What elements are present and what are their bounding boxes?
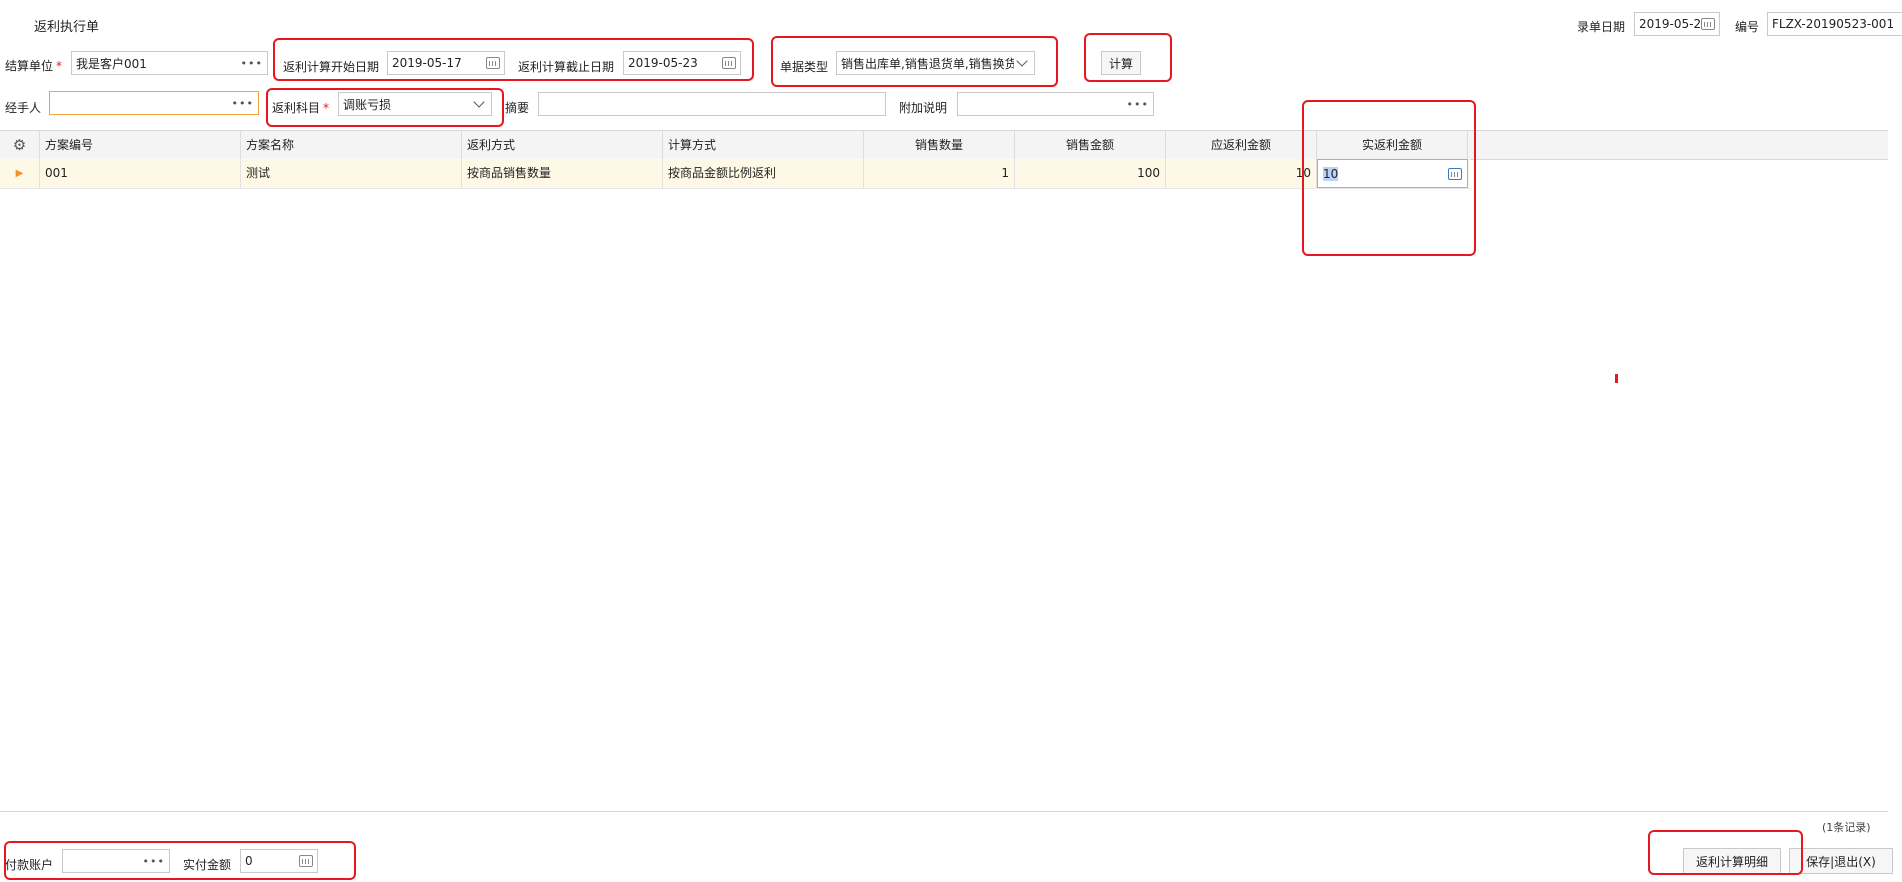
cell-due-rebate[interactable]: 10 bbox=[1166, 159, 1317, 188]
col-header-calc-method[interactable]: 计算方式 bbox=[663, 131, 864, 159]
rebate-grid: ⚙ 方案编号 方案名称 返利方式 计算方式 销售数量 销售金额 应返利金额 实返… bbox=[0, 130, 1888, 834]
col-header-scheme-name[interactable]: 方案名称 bbox=[241, 131, 462, 159]
annotation-box-actual-rebate bbox=[1302, 100, 1476, 256]
col-header-scheme-no[interactable]: 方案编号 bbox=[40, 131, 241, 159]
row-indicator-icon: ▶ bbox=[0, 159, 40, 188]
col-header-due-rebate[interactable]: 应返利金额 bbox=[1166, 131, 1317, 159]
cell-calc-method[interactable]: 按商品金额比例返利 bbox=[663, 159, 864, 188]
cell-scheme-no[interactable]: 001 bbox=[40, 159, 241, 188]
annotation-box-dates bbox=[273, 38, 754, 81]
record-count: (1条记录) bbox=[1822, 821, 1871, 834]
grid-header: ⚙ 方案编号 方案名称 返利方式 计算方式 销售数量 销售金额 应返利金额 实返… bbox=[0, 131, 1888, 160]
col-header-rebate-method[interactable]: 返利方式 bbox=[462, 131, 663, 159]
save-exit-button[interactable]: 保存|退出(X) bbox=[1789, 848, 1893, 874]
record-date-label: 录单日期 bbox=[1577, 20, 1626, 34]
annotation-box-payment bbox=[4, 841, 356, 880]
record-date-field[interactable]: 2019-05-23 bbox=[1634, 12, 1720, 36]
summary-label: 摘要 bbox=[505, 101, 530, 115]
col-header-sales-amount[interactable]: 销售金额 bbox=[1015, 131, 1166, 159]
record-date-value: 2019-05-23 bbox=[1639, 17, 1701, 31]
extra-label: 附加说明 bbox=[899, 101, 948, 115]
cell-sales-amount[interactable]: 100 bbox=[1015, 159, 1166, 188]
annotation-box-detail-button bbox=[1648, 830, 1803, 875]
annotation-box-calc-button bbox=[1084, 33, 1172, 82]
handler-field[interactable]: ••• bbox=[49, 91, 259, 115]
number-label: 编号 bbox=[1735, 20, 1760, 34]
number-field[interactable]: FLZX-20190523-001 bbox=[1767, 12, 1902, 36]
col-header-sales-qty[interactable]: 销售数量 bbox=[864, 131, 1015, 159]
extra-field[interactable]: ••• bbox=[957, 92, 1154, 116]
calendar-icon[interactable] bbox=[1701, 18, 1715, 30]
more-icon[interactable]: ••• bbox=[232, 97, 254, 110]
more-icon[interactable]: ••• bbox=[1127, 98, 1149, 111]
summary-field[interactable] bbox=[538, 92, 886, 116]
cell-scheme-name[interactable]: 测试 bbox=[241, 159, 462, 188]
table-row[interactable]: ▶ 001 测试 按商品销售数量 按商品金额比例返利 1 100 10 10 bbox=[0, 159, 1470, 189]
settle-unit-field[interactable]: 我是客户001 ••• bbox=[71, 51, 268, 75]
annotation-box-doc-type bbox=[771, 36, 1058, 87]
grid-settings[interactable]: ⚙ bbox=[0, 131, 40, 159]
cell-rebate-method[interactable]: 按商品销售数量 bbox=[462, 159, 663, 188]
gear-icon[interactable]: ⚙ bbox=[13, 136, 26, 154]
settle-unit-value: 我是客户001 bbox=[76, 56, 147, 71]
number-value: FLZX-20190523-001 bbox=[1772, 17, 1895, 31]
more-icon[interactable]: ••• bbox=[241, 57, 263, 70]
annotation-mark bbox=[1615, 374, 1618, 383]
cell-sales-qty[interactable]: 1 bbox=[864, 159, 1015, 188]
annotation-box-rebate-subject bbox=[266, 88, 504, 127]
handler-label: 经手人 bbox=[5, 101, 42, 115]
settle-unit-label: 结算单位 * bbox=[5, 59, 63, 73]
page-title: 返利执行单 bbox=[34, 20, 100, 35]
